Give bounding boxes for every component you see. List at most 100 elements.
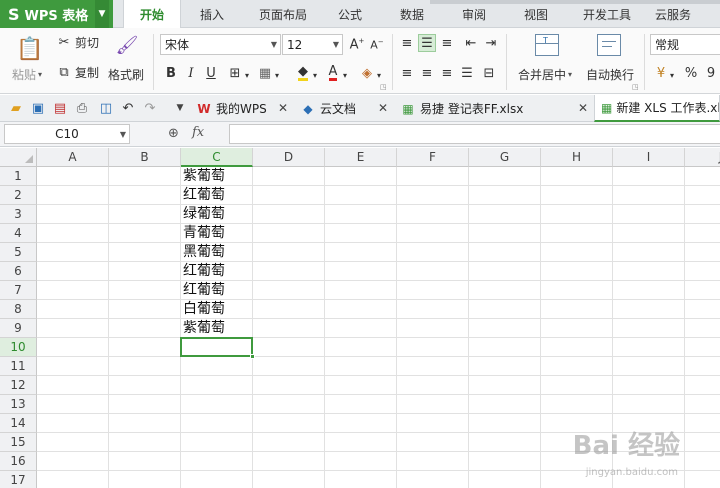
distributed-align-button[interactable]: ⊟ <box>480 64 498 82</box>
cell-i5[interactable] <box>613 243 685 262</box>
redo-icon[interactable]: ↷ <box>142 100 158 116</box>
cell-d12[interactable] <box>253 376 325 395</box>
cell-d5[interactable] <box>253 243 325 262</box>
column-header-a[interactable]: A <box>37 148 109 167</box>
increase-font-button[interactable]: A+ <box>348 36 366 54</box>
fill-pattern-button[interactable]: ▦ <box>256 64 274 82</box>
tab-home[interactable]: 开始 <box>123 0 181 29</box>
cell-g13[interactable] <box>469 395 541 414</box>
cell-g17[interactable] <box>469 471 541 488</box>
row-header-13[interactable]: 13 <box>0 395 37 414</box>
close-icon[interactable]: ✕ <box>278 101 288 115</box>
cell-g1[interactable] <box>469 167 541 186</box>
font-name-select[interactable]: 宋体 ▼ <box>160 34 281 55</box>
cell-j10[interactable] <box>685 338 720 357</box>
fill-pattern-dropdown[interactable]: ▾ <box>273 66 281 84</box>
chevron-down-icon[interactable]: ▼ <box>172 100 188 116</box>
cell-h4[interactable] <box>541 224 613 243</box>
cell-b7[interactable] <box>109 281 181 300</box>
row-header-16[interactable]: 16 <box>0 452 37 471</box>
cell-c16[interactable] <box>181 452 253 471</box>
bold-button[interactable]: B <box>162 64 180 82</box>
cell-j4[interactable] <box>685 224 720 243</box>
align-top-button[interactable]: ≡ <box>398 34 416 52</box>
cell-h13[interactable] <box>541 395 613 414</box>
decrease-indent-button[interactable]: ⇤ <box>462 34 480 52</box>
align-bottom-button[interactable]: ≡ <box>438 34 456 52</box>
alignment-dialog-launcher-icon[interactable]: ◳ <box>632 83 639 91</box>
cell-f17[interactable] <box>397 471 469 488</box>
cell-h6[interactable] <box>541 262 613 281</box>
cell-j2[interactable] <box>685 186 720 205</box>
cell-b11[interactable] <box>109 357 181 376</box>
cell-h1[interactable] <box>541 167 613 186</box>
cell-b17[interactable] <box>109 471 181 488</box>
column-header-j[interactable]: J <box>685 148 720 167</box>
row-header-2[interactable]: 2 <box>0 186 37 205</box>
close-icon[interactable]: ✕ <box>578 101 588 115</box>
row-header-7[interactable]: 7 <box>0 281 37 300</box>
cell-c2[interactable]: 红葡萄 <box>181 186 253 205</box>
cell-f14[interactable] <box>397 414 469 433</box>
cell-d2[interactable] <box>253 186 325 205</box>
cell-g8[interactable] <box>469 300 541 319</box>
row-header-15[interactable]: 15 <box>0 433 37 452</box>
cell-e12[interactable] <box>325 376 397 395</box>
cell-e10[interactable] <box>325 338 397 357</box>
font-size-select[interactable]: 12 ▼ <box>282 34 343 55</box>
row-header-4[interactable]: 4 <box>0 224 37 243</box>
tab-data[interactable]: 数据 <box>377 0 447 28</box>
cell-c6[interactable]: 红葡萄 <box>181 262 253 281</box>
cell-i7[interactable] <box>613 281 685 300</box>
cell-a9[interactable] <box>37 319 109 338</box>
cell-c9[interactable]: 紫葡萄 <box>181 319 253 338</box>
align-middle-button[interactable]: ☰ <box>418 34 436 52</box>
tab-page-layout[interactable]: 页面布局 <box>243 0 323 28</box>
cell-a5[interactable] <box>37 243 109 262</box>
cell-d11[interactable] <box>253 357 325 376</box>
cell-e4[interactable] <box>325 224 397 243</box>
column-header-h[interactable]: H <box>541 148 613 167</box>
cell-j8[interactable] <box>685 300 720 319</box>
cell-g12[interactable] <box>469 376 541 395</box>
close-icon[interactable]: ✕ <box>378 101 388 115</box>
cell-f10[interactable] <box>397 338 469 357</box>
cell-c12[interactable] <box>181 376 253 395</box>
cell-e7[interactable] <box>325 281 397 300</box>
merge-center-icon[interactable]: T <box>535 34 559 56</box>
cell-e15[interactable] <box>325 433 397 452</box>
column-header-d[interactable]: D <box>253 148 325 167</box>
column-header-e[interactable]: E <box>325 148 397 167</box>
currency-dropdown[interactable]: ▾ <box>668 66 676 84</box>
fill-color-button[interactable]: ◆ <box>294 64 312 82</box>
cell-a3[interactable] <box>37 205 109 224</box>
italic-button[interactable]: I <box>182 64 200 82</box>
cell-j5[interactable] <box>685 243 720 262</box>
align-right-button[interactable]: ≡ <box>438 64 456 82</box>
cell-h9[interactable] <box>541 319 613 338</box>
cell-j11[interactable] <box>685 357 720 376</box>
merge-center-button[interactable]: 合并居中 ▾ <box>518 66 572 83</box>
cell-d3[interactable] <box>253 205 325 224</box>
cell-b2[interactable] <box>109 186 181 205</box>
cell-j6[interactable] <box>685 262 720 281</box>
cell-f5[interactable] <box>397 243 469 262</box>
tab-insert[interactable]: 插入 <box>181 0 243 28</box>
clear-format-button[interactable]: ◈ <box>358 64 376 82</box>
cell-e6[interactable] <box>325 262 397 281</box>
cell-j16[interactable] <box>685 452 720 471</box>
cell-j7[interactable] <box>685 281 720 300</box>
cell-i10[interactable] <box>613 338 685 357</box>
cell-b5[interactable] <box>109 243 181 262</box>
cell-c14[interactable] <box>181 414 253 433</box>
cell-i11[interactable] <box>613 357 685 376</box>
formula-input[interactable] <box>229 124 720 144</box>
cell-j17[interactable] <box>685 471 720 488</box>
row-header-9[interactable]: 9 <box>0 319 37 338</box>
cell-a13[interactable] <box>37 395 109 414</box>
cell-b9[interactable] <box>109 319 181 338</box>
fill-handle[interactable] <box>250 354 255 359</box>
cell-f11[interactable] <box>397 357 469 376</box>
cell-d17[interactable] <box>253 471 325 488</box>
comma-style-button[interactable]: 9 <box>702 64 720 82</box>
